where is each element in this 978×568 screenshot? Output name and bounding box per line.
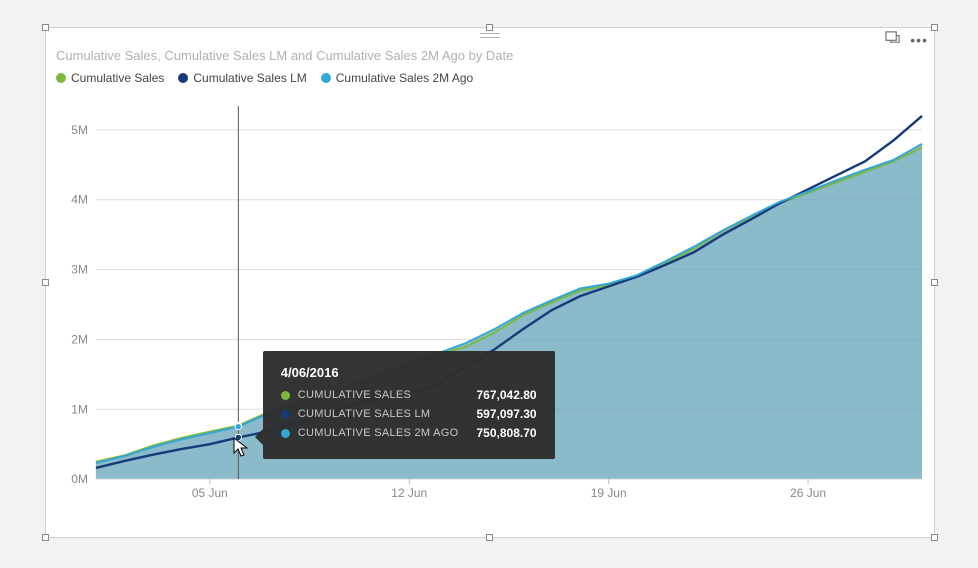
tooltip-row: CUMULATIVE SALES LM 597,097.30 [281, 407, 537, 421]
tooltip-label: CUMULATIVE SALES 2M AGO [298, 427, 459, 439]
tooltip-dot-icon [281, 410, 290, 419]
tooltip-row: CUMULATIVE SALES 2M AGO 750,808.70 [281, 426, 537, 440]
legend-item-2[interactable]: Cumulative Sales 2M Ago [321, 71, 473, 85]
resize-handle-ml[interactable] [42, 279, 49, 286]
legend: Cumulative Sales Cumulative Sales LM Cumul… [46, 65, 934, 89]
drag-grip-icon [480, 33, 500, 38]
y-axis-label: 2M [71, 332, 88, 346]
tooltip-dot-icon [281, 429, 290, 438]
y-axis-label: 4M [71, 193, 88, 207]
legend-label: Cumulative Sales [71, 71, 164, 85]
x-axis-label: 12 Jun [391, 486, 427, 500]
tooltip: 4/06/2016 CUMULATIVE SALES767,042.80CUMU… [263, 351, 555, 459]
x-axis-label: 05 Jun [192, 486, 228, 500]
tooltip-date: 4/06/2016 [281, 365, 537, 380]
tooltip-dot-icon [281, 391, 290, 400]
focus-mode-icon[interactable] [885, 30, 900, 50]
y-axis-label: 1M [71, 402, 88, 416]
tooltip-label: CUMULATIVE SALES [298, 389, 459, 401]
hover-point [235, 434, 241, 440]
resize-handle-mb[interactable] [486, 534, 493, 541]
card-drag-bar[interactable]: ••• [46, 28, 934, 42]
y-axis-label: 3M [71, 263, 88, 277]
legend-dot-icon [56, 73, 66, 83]
legend-dot-icon [178, 73, 188, 83]
tooltip-value: 767,042.80 [477, 388, 537, 402]
chart-title: Cumulative Sales, Cumulative Sales LM an… [46, 42, 934, 65]
hover-point [235, 424, 241, 430]
resize-handle-br[interactable] [931, 534, 938, 541]
y-axis-label: 0M [71, 472, 88, 486]
y-axis-label: 5M [71, 123, 88, 137]
tooltip-value: 597,097.30 [477, 407, 537, 421]
resize-handle-mr[interactable] [931, 279, 938, 286]
tooltip-label: CUMULATIVE SALES LM [298, 408, 459, 420]
tooltip-value: 750,808.70 [477, 426, 537, 440]
x-axis-label: 19 Jun [591, 486, 627, 500]
plot-area[interactable]: 0M 1M 2M 3M 4M 5M 05 Jun 12 Jun 19 Jun 26 Jun 4/0… [54, 106, 926, 507]
legend-item-0[interactable]: Cumulative Sales [56, 71, 164, 85]
x-axis-label: 26 Jun [790, 486, 826, 500]
legend-item-1[interactable]: Cumulative Sales LM [178, 71, 306, 85]
legend-label: Cumulative Sales LM [193, 71, 306, 85]
chart-card[interactable]: ••• Cumulative Sales, Cumulative Sales L… [45, 27, 935, 538]
legend-label: Cumulative Sales 2M Ago [336, 71, 473, 85]
resize-handle-bl[interactable] [42, 534, 49, 541]
tooltip-row: CUMULATIVE SALES 767,042.80 [281, 388, 537, 402]
more-options-icon[interactable]: ••• [910, 35, 928, 45]
legend-dot-icon [321, 73, 331, 83]
